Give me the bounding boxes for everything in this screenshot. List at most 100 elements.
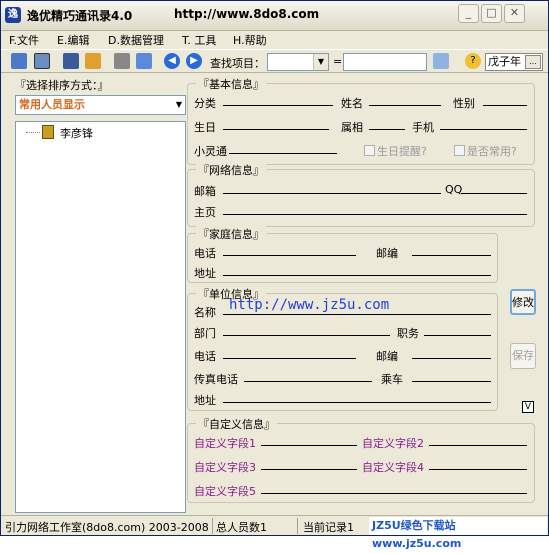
menu-bar: F.文件 E.编辑 D.数据管理 T. 工具 H.帮助 bbox=[1, 31, 548, 49]
custom-field4[interactable] bbox=[429, 469, 527, 470]
help-icon[interactable]: ? bbox=[465, 53, 481, 69]
save-button[interactable]: 保存 bbox=[510, 343, 536, 369]
mobile-label: 手机 bbox=[412, 121, 434, 134]
custom-field5-label: 自定义字段5 bbox=[194, 485, 256, 498]
home-phone-field[interactable] bbox=[223, 255, 356, 256]
back-arrow-icon[interactable]: ◀ bbox=[164, 53, 180, 69]
homepage-label: 主页 bbox=[194, 206, 216, 219]
tree-connector bbox=[26, 132, 40, 133]
route-label: 乘车 bbox=[381, 373, 403, 386]
work-phone-field[interactable] bbox=[223, 358, 356, 359]
users-icon[interactable] bbox=[11, 53, 27, 69]
app-logo-icon: 逸 bbox=[5, 7, 21, 23]
work-address-field[interactable] bbox=[223, 402, 491, 403]
position-label: 职务 bbox=[397, 327, 419, 340]
menu-file[interactable]: F.文件 bbox=[9, 32, 39, 48]
save-icon[interactable] bbox=[63, 53, 79, 69]
toolbar: ◀ ▶ 查找项目： ▼ = ? 戊子年 … bbox=[1, 49, 548, 73]
fax-label: 传真电话 bbox=[194, 373, 238, 386]
home-address-field[interactable] bbox=[223, 275, 491, 276]
network-info-group: 『网络信息』 bbox=[187, 162, 535, 227]
home-postcode-field[interactable] bbox=[412, 255, 491, 256]
menu-help[interactable]: H.帮助 bbox=[233, 32, 267, 48]
search-icon[interactable] bbox=[433, 53, 449, 69]
menu-tools[interactable]: T. 工具 bbox=[182, 32, 216, 48]
print-icon[interactable] bbox=[114, 53, 130, 69]
maximize-button[interactable]: □ bbox=[481, 4, 502, 23]
department-label: 部门 bbox=[194, 327, 216, 340]
menu-data-manage[interactable]: D.数据管理 bbox=[108, 32, 164, 48]
sort-select[interactable]: 常用人员显示 ▼ bbox=[15, 95, 186, 115]
network-info-title: 『网络信息』 bbox=[196, 162, 266, 178]
basic-info-title: 『基本信息』 bbox=[196, 76, 266, 92]
custom-field1-label: 自定义字段1 bbox=[194, 437, 256, 450]
custom-field3-label: 自定义字段3 bbox=[194, 461, 256, 474]
homepage-field[interactable] bbox=[223, 214, 527, 215]
mobile-field[interactable] bbox=[440, 129, 527, 130]
custom-info-title: 『自定义信息』 bbox=[196, 416, 277, 432]
title-bar: 逸 逸优精巧通讯录4.0 http://www.8do8.com _ □ ✕ bbox=[1, 1, 548, 31]
search-input[interactable] bbox=[343, 53, 427, 71]
home-phone-label: 电话 bbox=[194, 247, 216, 260]
work-address-label: 地址 bbox=[194, 394, 216, 407]
edit-button[interactable]: 修改 bbox=[510, 289, 536, 315]
category-label: 分类 bbox=[194, 97, 216, 110]
close-button[interactable]: ✕ bbox=[504, 4, 525, 23]
name-label: 姓名 bbox=[341, 97, 363, 110]
custom-field2[interactable] bbox=[429, 445, 527, 446]
export-icon[interactable] bbox=[136, 53, 152, 69]
phs-field[interactable] bbox=[229, 153, 337, 154]
zodiac-label: 属相 bbox=[341, 121, 363, 134]
work-postcode-label: 邮编 bbox=[376, 350, 398, 363]
company-label: 名称 bbox=[194, 306, 216, 319]
custom-field1[interactable] bbox=[261, 445, 357, 446]
watermark-url: http://www.jz5u.com bbox=[229, 297, 390, 313]
gender-label: 性别 bbox=[453, 97, 475, 110]
email-field[interactable] bbox=[223, 193, 441, 194]
mail-icon[interactable] bbox=[85, 53, 101, 69]
status-bar: 引力网络工作室(8do8.com) 2003-2008 总人员数1 当前记录1 … bbox=[1, 515, 548, 550]
window-title: 逸优精巧通讯录4.0 bbox=[27, 9, 133, 23]
gender-field[interactable] bbox=[483, 105, 527, 106]
frequent-checkbox[interactable]: 是否常用? bbox=[454, 143, 517, 159]
qq-field[interactable] bbox=[461, 193, 527, 194]
app-window: 逸 逸优精巧通讯录4.0 http://www.8do8.com _ □ ✕ F… bbox=[0, 0, 549, 550]
total-count: 总人员数1 bbox=[216, 521, 267, 534]
chevron-down-icon: ▼ bbox=[175, 100, 182, 109]
minimize-button[interactable]: _ bbox=[458, 4, 479, 23]
studio-text: 引力网络工作室(8do8.com) 2003-2008 bbox=[5, 521, 209, 534]
contact-tree: 李彦锋 bbox=[15, 121, 186, 513]
menu-edit[interactable]: E.编辑 bbox=[57, 32, 89, 48]
chevron-down-icon: ▼ bbox=[313, 54, 328, 70]
birthday-field[interactable] bbox=[223, 129, 329, 130]
tree-item-contact[interactable]: 李彦锋 bbox=[60, 125, 93, 141]
custom-field4-label: 自定义字段4 bbox=[362, 461, 424, 474]
work-postcode-field[interactable] bbox=[412, 358, 491, 359]
custom-field2-label: 自定义字段2 bbox=[362, 437, 424, 450]
department-field[interactable] bbox=[223, 335, 390, 336]
contact-card-icon[interactable] bbox=[34, 53, 50, 69]
left-panel: 『选择排序方式：』 常用人员显示 ▼ 李彦锋 bbox=[5, 75, 188, 513]
search-field-select[interactable]: ▼ bbox=[267, 53, 329, 71]
forward-arrow-icon[interactable]: ▶ bbox=[186, 53, 202, 69]
route-field[interactable] bbox=[412, 381, 491, 382]
home-postcode-label: 邮编 bbox=[376, 247, 398, 260]
check-box[interactable]: V bbox=[522, 401, 534, 413]
window-url: http://www.8do8.com bbox=[174, 7, 320, 21]
zodiac-field[interactable] bbox=[369, 129, 405, 130]
name-field[interactable] bbox=[369, 105, 441, 106]
date-picker-button[interactable]: … bbox=[525, 55, 541, 69]
position-field[interactable] bbox=[424, 335, 491, 336]
search-label: 查找项目： bbox=[210, 57, 265, 70]
birthday-label: 生日 bbox=[194, 121, 216, 134]
family-info-title: 『家庭信息』 bbox=[196, 226, 266, 242]
current-record: 当前记录1 bbox=[303, 521, 354, 534]
contact-icon bbox=[42, 125, 54, 139]
fax-field[interactable] bbox=[244, 381, 372, 382]
custom-field5[interactable] bbox=[261, 493, 527, 494]
birthday-reminder-checkbox[interactable]: 生日提醒? bbox=[364, 143, 427, 159]
custom-field3[interactable] bbox=[261, 469, 357, 470]
category-field[interactable] bbox=[223, 105, 333, 106]
home-address-label: 地址 bbox=[194, 267, 216, 280]
company-field[interactable] bbox=[223, 314, 491, 315]
